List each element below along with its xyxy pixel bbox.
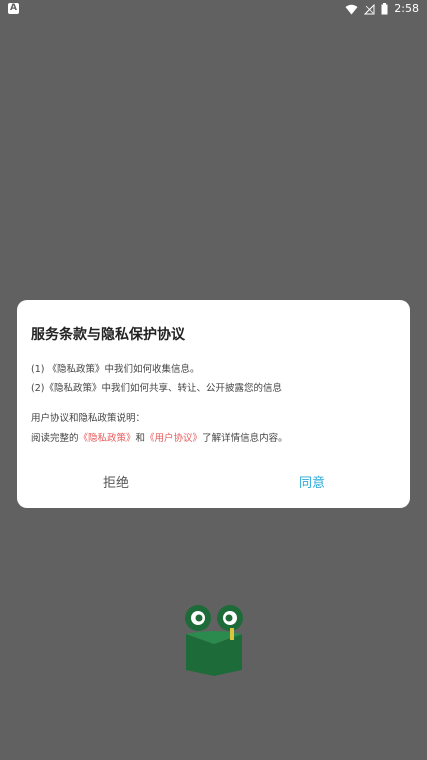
user-agreement-link[interactable]: 《用户协议》 [145, 433, 202, 444]
and-text: 和 [135, 433, 146, 444]
screen: A 2:58 服务条款与隐私保护协议 (1) 《隐私政策》中我们如何收集信息。 … [0, 0, 427, 760]
read-suffix: 了解详情信息内容。 [202, 433, 288, 444]
agreement-note: 用户协议和隐私政策说明： [31, 413, 146, 424]
clock: 2:58 [394, 2, 419, 15]
policy-item-2: (2)《隐私政策》中我们如何共享、转让、公开披露您的信息 [31, 383, 282, 394]
refuse-button[interactable]: 拒绝 [103, 472, 129, 491]
battery-icon [381, 3, 388, 15]
frog-book-logo-icon [185, 605, 243, 676]
wifi-icon [345, 4, 358, 14]
dialog-title: 服务条款与隐私保护协议 [31, 327, 185, 343]
agree-button[interactable]: 同意 [299, 472, 325, 491]
app-notification-icon: A [8, 3, 19, 14]
read-prefix: 阅读完整的 [31, 433, 79, 444]
read-full-line: 阅读完整的《隐私政策》和《用户协议》了解详情信息内容。 [31, 430, 288, 444]
policy-item-1: (1) 《隐私政策》中我们如何收集信息。 [31, 364, 200, 375]
privacy-agreement-dialog: 服务条款与隐私保护协议 (1) 《隐私政策》中我们如何收集信息。 (2)《隐私政… [17, 300, 410, 508]
status-bar: A 2:58 [0, 0, 427, 18]
privacy-policy-link[interactable]: 《隐私政策》 [79, 433, 136, 444]
signal-icon [364, 3, 375, 14]
status-icons: 2:58 [345, 2, 419, 16]
